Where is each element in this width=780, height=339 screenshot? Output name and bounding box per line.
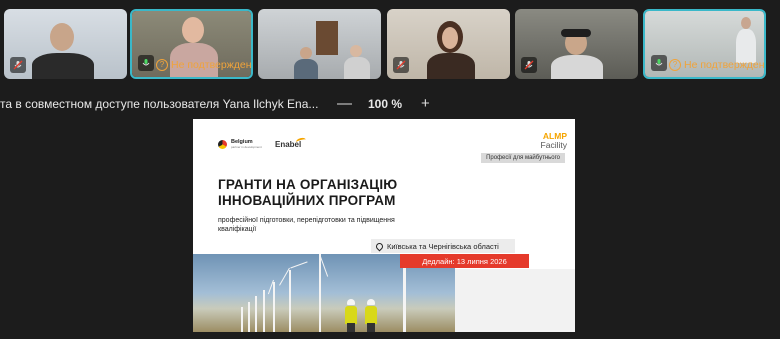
participant-tile-1[interactable] — [4, 9, 127, 79]
mic-active-icon[interactable] — [138, 55, 154, 71]
professions-badge: Професії для майбутнього — [481, 153, 565, 163]
participant-tile-3[interactable] — [258, 9, 381, 79]
region-label: Київська та Чернігівська області — [371, 239, 515, 253]
question-icon: ? — [156, 59, 168, 71]
slide-title: ГРАНТИ НА ОРГАНІЗАЦІЮ ІННОВАЦІЙНИХ ПРОГР… — [218, 177, 398, 208]
unconfirmed-status: ? Не подтверждено — [156, 59, 251, 71]
mic-active-icon[interactable] — [651, 55, 667, 71]
participant-tile-5[interactable] — [515, 9, 638, 79]
mic-muted-icon[interactable] — [393, 57, 409, 73]
slide-subtitle: професійної підготовки, перепідготовки т… — [218, 217, 395, 233]
almp-facility-logo: ALMP Facility — [540, 131, 567, 150]
screen-share-label: та в совместном доступе пользователя Yan… — [0, 97, 319, 111]
enabel-swoosh-icon — [295, 136, 307, 146]
location-pin-icon — [374, 241, 385, 251]
share-toolbar: та в совместном доступе пользователя Yan… — [0, 95, 780, 113]
participant-tile-4[interactable] — [387, 9, 510, 79]
zoom-level: 100 % — [368, 97, 403, 111]
question-icon: ? — [669, 59, 681, 71]
participant-strip: ? Не подтверждено ? Не подтверждено — [0, 0, 780, 90]
mic-muted-icon[interactable] — [10, 57, 26, 73]
mic-muted-icon[interactable] — [521, 57, 537, 73]
belgium-flag-icon — [218, 139, 227, 149]
participant-tile-6[interactable]: ? Не подтверждено — [643, 9, 766, 79]
participant-tile-2[interactable]: ? Не подтверждено — [130, 9, 253, 79]
shared-slide: Belgium partner in development Enabel AL… — [193, 119, 575, 332]
unconfirmed-status: ? Не подтверждено — [669, 59, 764, 71]
zoom-in-button[interactable]: + — [421, 95, 430, 113]
grey-panel — [455, 269, 575, 332]
zoom-out-button[interactable]: — — [337, 95, 352, 113]
belgium-logo: Belgium partner in development — [218, 139, 262, 149]
deadline-banner: Дедлайн: 13 липня 2026 — [400, 254, 529, 268]
